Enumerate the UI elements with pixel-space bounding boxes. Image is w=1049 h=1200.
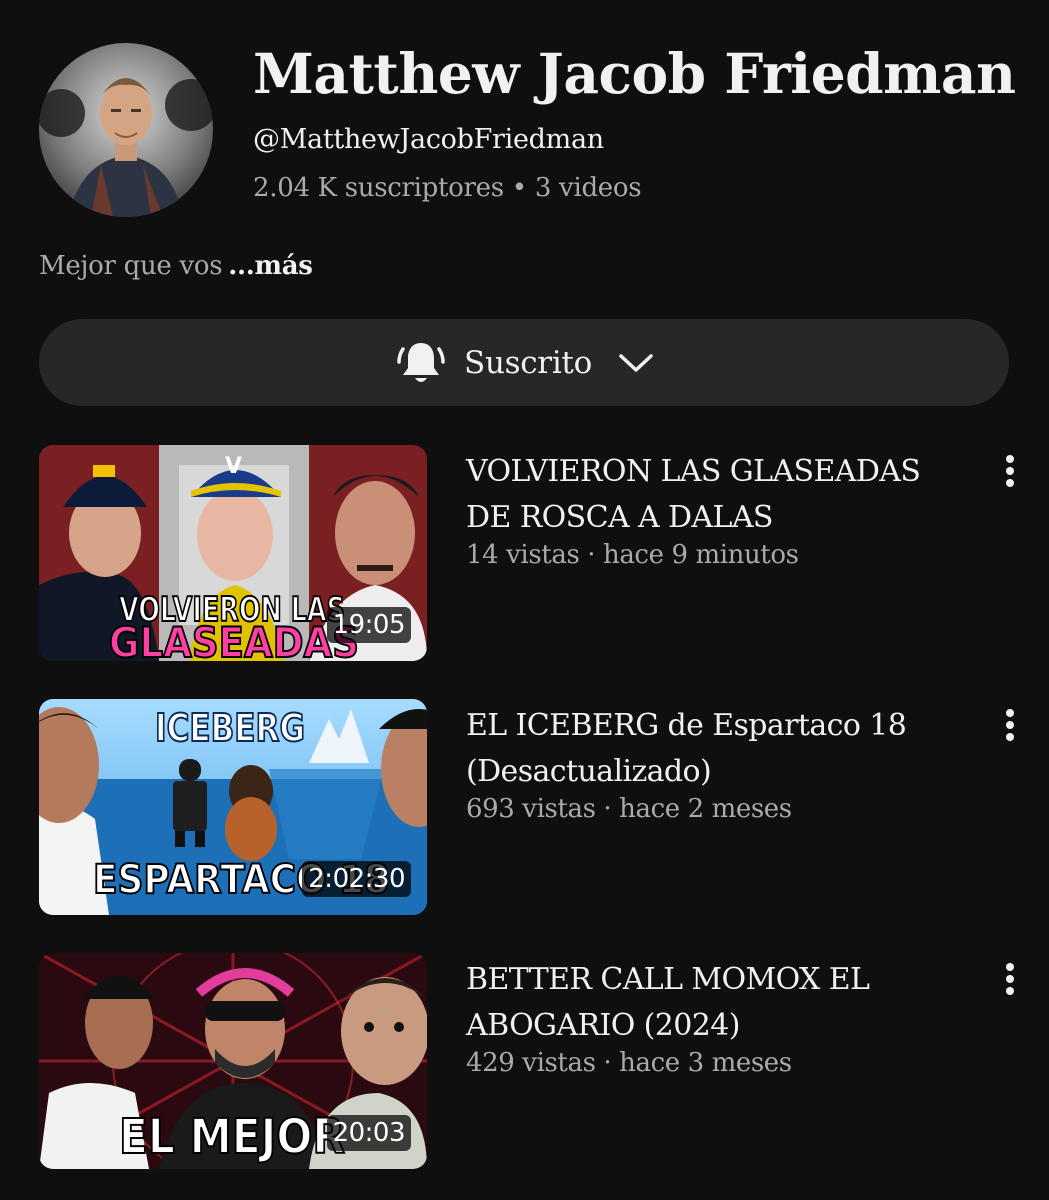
chevron-down-icon — [619, 353, 653, 372]
bell-icon — [397, 342, 445, 382]
channel-avatar[interactable] — [39, 43, 213, 217]
thumbnail-caption-top: ICEBERG — [155, 706, 305, 750]
stats-separator: • — [511, 173, 527, 203]
video-title[interactable]: BETTER CALL MOMOX EL ABOGARIO (2024) — [466, 957, 966, 1049]
more-options-icon[interactable] — [996, 451, 1024, 491]
video-duration: 2:02:30 — [302, 861, 411, 897]
subscribed-label: Suscrito — [464, 344, 592, 381]
avatar-image — [39, 43, 213, 217]
video-title[interactable]: VOLVIERON LAS GLASEADAS DE ROSCA A DALAS — [466, 449, 966, 541]
channel-name: Matthew Jacob Friedman — [253, 41, 1016, 106]
subscribed-button[interactable]: Suscrito — [39, 319, 1009, 406]
more-options-icon[interactable] — [996, 959, 1024, 999]
video-title[interactable]: EL ICEBERG de Espartaco 18 (Desactualiza… — [466, 703, 966, 795]
video-item[interactable]: EL MEJOR 20:03 BETTER CALL MOMOX EL ABOG… — [0, 953, 1049, 1169]
channel-handle: @MatthewJacobFriedman — [253, 124, 604, 155]
channel-page: Matthew Jacob Friedman @MatthewJacobFrie… — [0, 0, 1049, 1200]
subscriber-count: 2.04 K suscriptores — [253, 173, 504, 203]
video-item[interactable]: ICEBERG ESPARTACO 18 2:02:30 EL ICEBERG … — [0, 699, 1049, 915]
video-thumbnail[interactable]: V VOLVIERON LAS GLASEADAS 19:05 — [39, 445, 427, 661]
video-item[interactable]: V VOLVIERON LAS GLASEADAS 19:05 VOLVIERO… — [0, 445, 1049, 661]
video-count: 3 videos — [534, 173, 642, 203]
thumbnail-caption-bottom: EL MEJOR — [119, 1109, 345, 1165]
channel-stats: 2.04 K suscriptores • 3 videos — [253, 169, 642, 207]
video-meta: 14 vistas · hace 9 minutos — [466, 540, 799, 570]
description-text: Mejor que vos — [39, 251, 223, 281]
video-meta: 693 vistas · hace 2 meses — [466, 794, 792, 824]
channel-description[interactable]: Mejor que vos ...más — [39, 247, 313, 285]
video-thumbnail[interactable]: EL MEJOR 20:03 — [39, 953, 427, 1169]
video-duration: 19:05 — [326, 607, 411, 643]
video-meta: 429 vistas · hace 3 meses — [466, 1048, 792, 1078]
thumbnail-caption-bottom: GLASEADAS — [109, 618, 359, 661]
video-thumbnail[interactable]: ICEBERG ESPARTACO 18 2:02:30 — [39, 699, 427, 915]
more-options-icon[interactable] — [996, 705, 1024, 745]
video-duration: 20:03 — [326, 1115, 411, 1151]
svg-text:V: V — [225, 454, 242, 479]
more-link[interactable]: ...más — [228, 251, 313, 281]
